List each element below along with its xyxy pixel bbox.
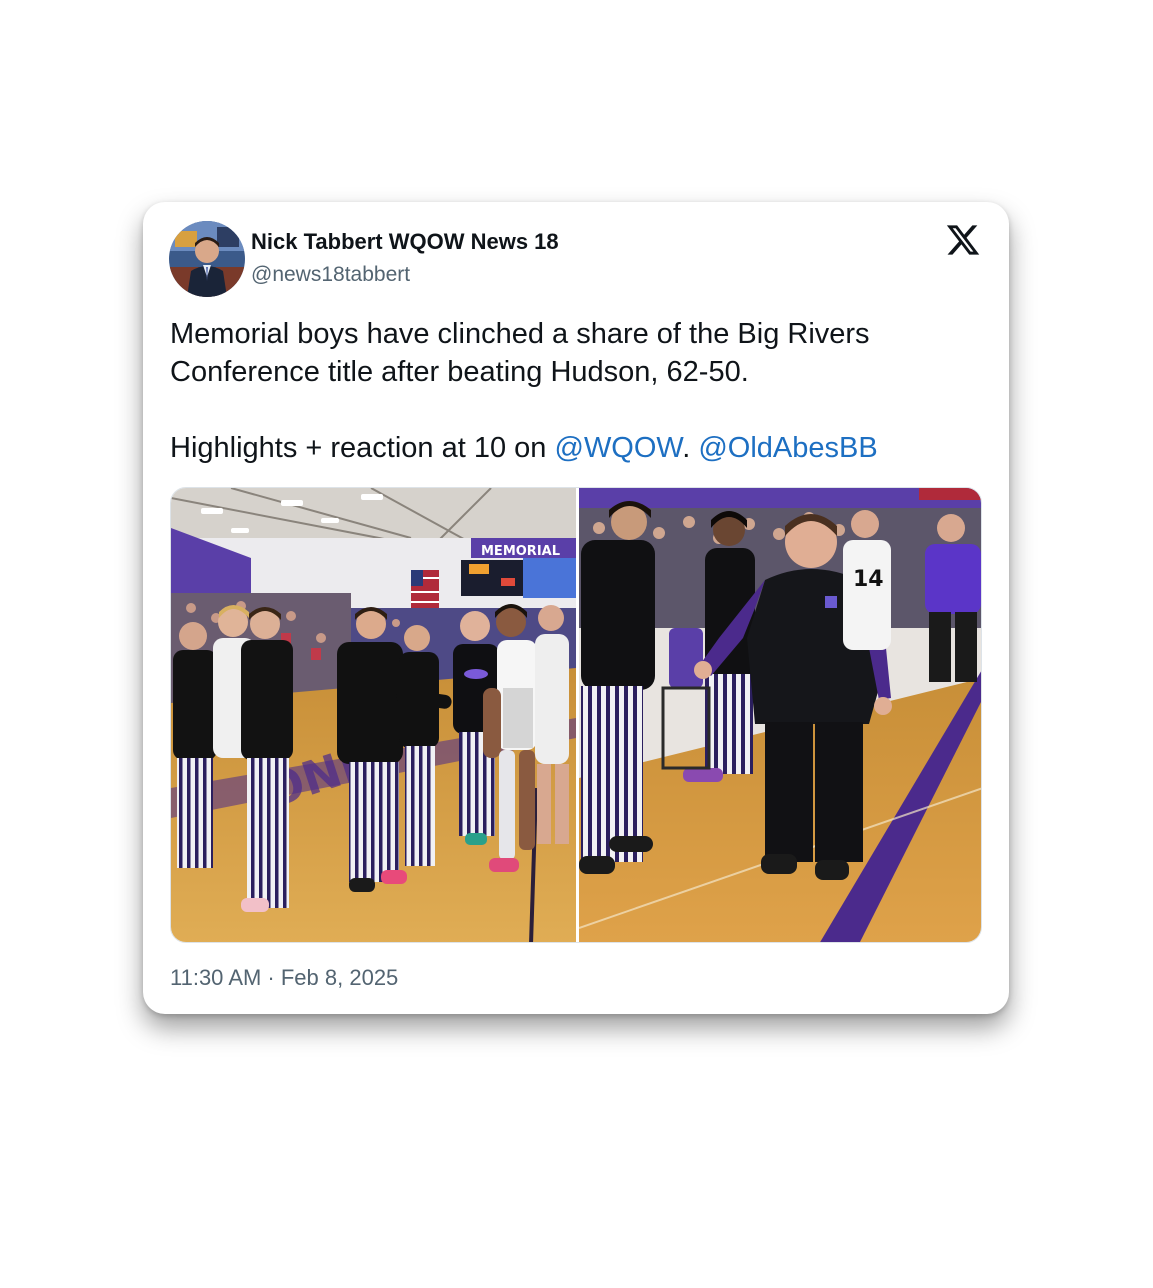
author-display-name[interactable]: Nick Tabbert WQOW News 18 — [251, 229, 559, 255]
mention-wqow[interactable]: @WQOW — [555, 432, 683, 464]
x-logo-icon[interactable] — [945, 222, 981, 258]
tweet-media: MEMORIAL ONE 14 — [170, 487, 982, 943]
tweet-text-prefix: Highlights + reaction at 10 on — [170, 432, 555, 464]
avatar-image — [169, 221, 245, 297]
author-handle[interactable]: @news18tabbert — [251, 263, 410, 287]
tweet-paragraph-1: Memorial boys have clinched a share of t… — [170, 318, 870, 388]
media-photo-2[interactable]: 14 — [579, 488, 981, 942]
mention-oldabesbb[interactable]: @OldAbesBB — [698, 432, 877, 464]
tweet-text: Memorial boys have clinched a share of t… — [170, 315, 970, 467]
avatar[interactable] — [169, 221, 245, 297]
tweet-card: Nick Tabbert WQOW News 18 @news18tabbert… — [143, 202, 1009, 1014]
tweet-paragraph-2: Highlights + reaction at 10 on @WQOW. @O… — [170, 429, 970, 467]
jersey-number: 14 — [853, 567, 884, 592]
scoreboard-text: MEMORIAL — [481, 544, 560, 559]
stage: Nick Tabbert WQOW News 18 @news18tabbert… — [0, 0, 1153, 1288]
tweet-timestamp[interactable]: 11:30 AM · Feb 8, 2025 — [170, 965, 398, 991]
tweet-separator: . — [682, 432, 699, 464]
media-photo-1[interactable]: MEMORIAL ONE — [171, 488, 576, 942]
